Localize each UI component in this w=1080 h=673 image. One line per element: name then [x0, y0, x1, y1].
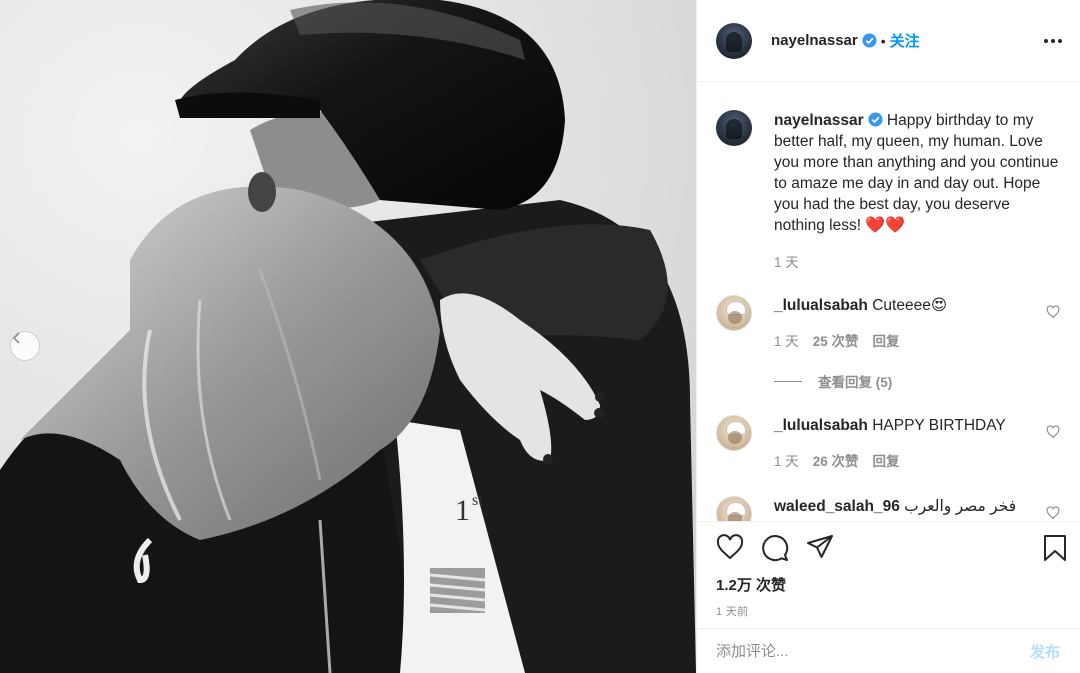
post-photo[interactable]: 1 st — [0, 0, 696, 673]
post-actions: 1.2万 次赞 1 天前 — [697, 521, 1080, 618]
likes-count[interactable]: 1.2万 次赞 — [716, 574, 786, 595]
comment-icon[interactable] — [761, 534, 789, 562]
heart-icon[interactable] — [1046, 506, 1060, 520]
bookmark-icon — [1044, 535, 1066, 561]
heart-icon[interactable] — [1046, 305, 1060, 319]
caption-text: Happy birthday to my better half, my que… — [774, 112, 1059, 234]
post-time[interactable]: 1 天前 — [716, 603, 748, 619]
commenter-avatar[interactable] — [716, 295, 752, 331]
caption-emoji: ❤️❤️ — [865, 217, 906, 234]
publish-button[interactable]: 发布 — [1030, 641, 1060, 662]
carousel-previous-button[interactable] — [10, 331, 40, 361]
reply-button[interactable]: 回复 — [873, 450, 900, 470]
comment-likes[interactable]: 26 次赞 — [813, 450, 859, 470]
verified-icon — [868, 112, 883, 127]
save-button[interactable] — [1043, 534, 1067, 562]
caption-username[interactable]: nayelnassar — [774, 112, 864, 129]
more-icon — [1044, 38, 1048, 43]
comment-item: _lulualsabah Cuteeee😍 1 天 25 次赞 回复 — [716, 295, 1060, 350]
comment-likes[interactable]: 25 次赞 — [813, 330, 859, 350]
commenter-username[interactable]: waleed_salah_96 — [774, 498, 900, 515]
comment-item: waleed_salah_96 فخر مصر والعرب — [716, 496, 1060, 521]
comment-time[interactable]: 1 天 — [774, 330, 799, 350]
divider-line — [774, 380, 802, 382]
post-side-panel: nayelnassar • 关注 nayelnassar Happy birth… — [696, 0, 1080, 673]
author-avatar[interactable] — [716, 22, 752, 59]
comment-text: فخر مصر والعرب — [899, 498, 1017, 515]
commenter-avatar[interactable] — [716, 415, 752, 451]
comment-composer: 发布 — [697, 628, 1080, 673]
caption: nayelnassar Happy birthday to my better … — [716, 110, 1064, 236]
svg-text:st: st — [472, 492, 483, 509]
heart-icon[interactable] — [1046, 425, 1060, 439]
commenter-username[interactable]: _lulualsabah — [774, 297, 868, 314]
comments-list[interactable]: nayelnassar Happy birthday to my better … — [697, 83, 1080, 521]
commenter-avatar[interactable] — [716, 496, 752, 521]
post-header: nayelnassar • 关注 — [697, 0, 1080, 82]
follow-button[interactable]: 关注 — [890, 30, 920, 51]
more-options-button[interactable] — [1044, 38, 1062, 43]
view-replies-button[interactable]: 查看回复 (5) — [774, 371, 892, 391]
separator-dot: • — [880, 32, 886, 49]
comment-input[interactable] — [716, 642, 1030, 660]
svg-text:1: 1 — [455, 494, 470, 527]
author-username[interactable]: nayelnassar — [771, 32, 858, 49]
share-icon[interactable] — [806, 534, 834, 560]
reply-button[interactable]: 回复 — [873, 330, 900, 350]
comment-item: _lulualsabah HAPPY BIRTHDAY 1 天 26 次赞 回复 — [716, 415, 1060, 470]
verified-icon — [862, 33, 877, 48]
heart-icon[interactable] — [716, 534, 744, 560]
caption-timestamp[interactable]: 1 天 — [774, 251, 799, 271]
chevron-left-icon — [12, 332, 20, 344]
comment-text: HAPPY BIRTHDAY — [867, 417, 1006, 434]
view-replies-label: 查看回复 (5) — [818, 375, 893, 390]
commenter-username[interactable]: _lulualsabah — [774, 417, 868, 434]
comment-time[interactable]: 1 天 — [774, 450, 799, 470]
photo-illustration: 1 st — [0, 0, 696, 673]
caption-avatar[interactable] — [716, 110, 752, 146]
comment-text: Cuteeee😍 — [867, 297, 947, 314]
